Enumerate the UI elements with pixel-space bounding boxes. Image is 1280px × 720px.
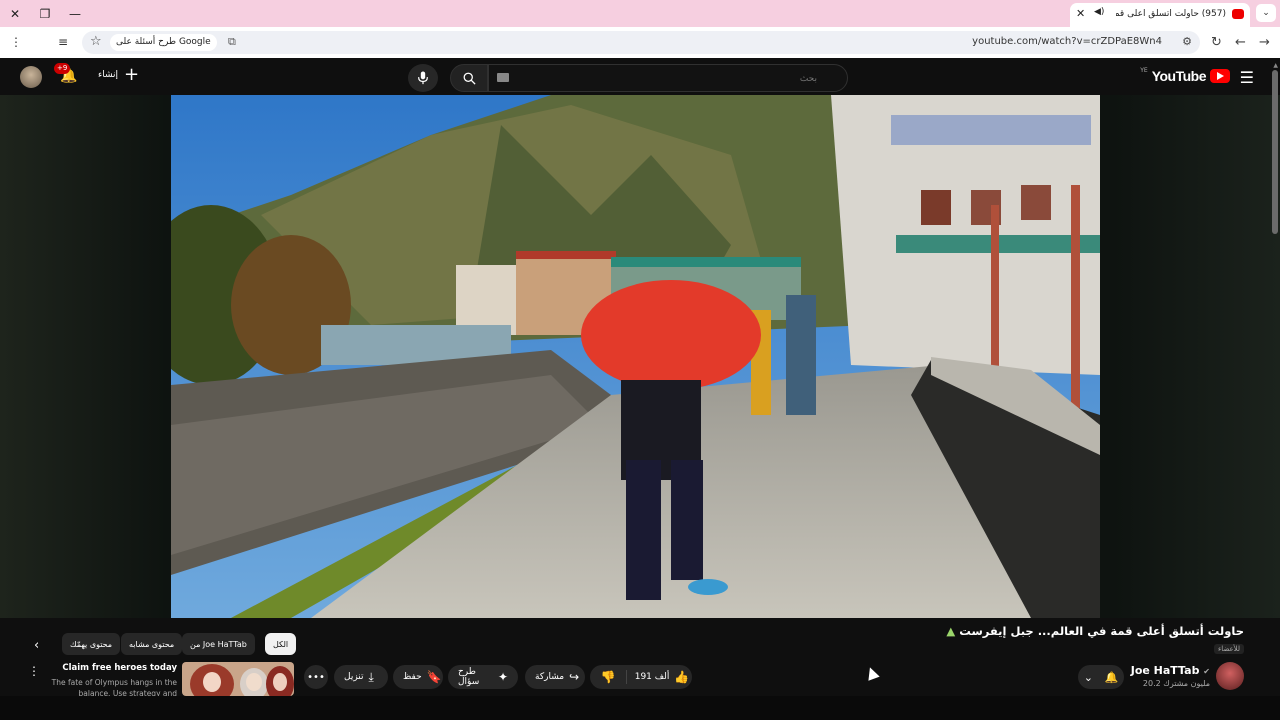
download-icon: ⤓ <box>368 669 374 684</box>
channel-name[interactable]: Joe HaTTab ✔ <box>1131 664 1210 677</box>
like-count: 191 ألف <box>634 672 670 682</box>
country-code: YE <box>1140 66 1148 74</box>
search-button[interactable] <box>450 64 488 92</box>
plus-icon: + <box>124 64 140 85</box>
browser-tab-strip: ✕ ❐ — + (957) حاولت أتسلق أعلى قمة ◀) ✕ … <box>0 0 1280 27</box>
tab-close-icon[interactable]: ✕ <box>1076 7 1085 20</box>
logo-text: YouTube <box>1151 68 1207 84</box>
voice-search-button[interactable] <box>408 64 438 92</box>
search-icon <box>463 72 476 85</box>
like-button[interactable]: 191 ألف 👍 <box>632 670 692 684</box>
save-label: حفظ <box>403 672 422 682</box>
ask-google-chip[interactable]: طرح أسئلة على Google <box>110 34 217 51</box>
video-title-text: حاولت أتسلق أعلى قمة في العالم... جبل إي… <box>959 624 1244 638</box>
chip-related[interactable]: محتوى مشابه <box>121 633 183 655</box>
create-button[interactable]: إنشاء + <box>98 64 140 85</box>
search-input[interactable] <box>489 65 829 91</box>
youtube-play-icon <box>1210 69 1230 83</box>
reload-icon[interactable]: ↻ <box>1211 35 1222 50</box>
verified-icon: ✔ <box>1203 667 1210 676</box>
create-label: إنشاء <box>98 70 119 80</box>
tab-title: (957) حاولت أتسلق أعلى قمة <box>1116 9 1226 19</box>
share-icon: ↪ <box>569 670 580 684</box>
video-frame-illustration <box>171 95 1100 618</box>
close-window-icon[interactable]: ✕ <box>0 0 30 27</box>
chip-from-channel[interactable]: من Joe HaTTab <box>182 633 255 655</box>
browser-toolbar: ⋮ ≡ ☆ طرح أسئلة على Google ⧉ youtube.com… <box>0 27 1280 76</box>
subscriber-count: 20.2 مليون مشترك <box>1142 679 1210 688</box>
notification-badge: +9 <box>54 63 71 74</box>
install-icon[interactable]: ⧉ <box>228 35 236 49</box>
guide-menu-icon[interactable]: ☰ <box>1240 68 1254 87</box>
restore-window-icon[interactable]: ❐ <box>30 0 60 27</box>
address-url[interactable]: youtube.com/watch?v=crZDPaE8Wn4 <box>972 36 1162 47</box>
audio-playing-icon[interactable]: ◀) <box>1094 7 1104 17</box>
account-avatar[interactable] <box>20 66 42 88</box>
youtube-logo[interactable]: YE YouTube <box>1140 66 1230 84</box>
share-label: مشاركة <box>535 672 565 682</box>
chip-recommended[interactable]: محتوى يهمّك <box>62 633 121 655</box>
share-button[interactable]: مشاركة ↪ <box>525 665 585 689</box>
page-scrollbar[interactable] <box>1272 70 1278 234</box>
minimize-window-icon[interactable]: — <box>60 0 90 27</box>
ad-thumbnail-image <box>182 662 294 696</box>
bottom-edge <box>0 696 1280 720</box>
members-only-badge: للأعضاء <box>1214 644 1244 654</box>
youtube-masthead: ☰ YE YouTube إنشاء + 🔔 +9 <box>0 58 1280 95</box>
menu-dots-icon[interactable]: ⋮ <box>10 35 22 49</box>
video-player[interactable] <box>171 95 1100 618</box>
ask-label: طرح سؤال <box>458 667 480 687</box>
keyboard-icon[interactable] <box>497 73 509 82</box>
video-title: حاولت أتسلق أعلى قمة في العالم... جبل إي… <box>946 624 1244 638</box>
download-label: تنزيل <box>344 672 364 682</box>
save-button[interactable]: حفظ 🔖 <box>393 665 443 689</box>
ask-button[interactable]: طرح سؤال ✦ <box>448 665 518 689</box>
ad-thumbnail[interactable] <box>182 662 294 696</box>
bookmark-icon: 🔖 <box>426 670 442 684</box>
tune-icon[interactable]: ⚙ <box>1182 35 1192 48</box>
ad-menu-dots-icon[interactable]: ⋮ <box>28 664 40 678</box>
chevron-down-icon: ⌄ <box>1083 670 1093 684</box>
subscription-bell-button[interactable]: ⌄ 🔔 <box>1078 665 1124 689</box>
thumbs-up-icon: 👍 <box>674 670 690 684</box>
mountain-emoji-icon: ▲ <box>946 624 956 638</box>
ad-description: The fate of Olympus hangs in the balance… <box>51 678 177 696</box>
dislike-button[interactable]: 👎 <box>590 670 627 684</box>
chevron-left-icon[interactable]: ‹ <box>34 638 39 653</box>
notifications-button[interactable]: 🔔 +9 <box>54 63 77 84</box>
tab-search-icon[interactable]: ⌄ <box>1256 4 1276 22</box>
channel-avatar[interactable] <box>1216 662 1244 690</box>
browser-tab-youtube[interactable]: (957) حاولت أتسلق أعلى قمة ◀) ✕ <box>1070 3 1250 27</box>
back-icon[interactable]: → <box>1259 35 1270 50</box>
more-actions-icon[interactable]: ••• <box>304 665 328 689</box>
chip-all[interactable]: الكل <box>265 633 297 655</box>
microphone-icon <box>418 71 428 85</box>
like-dislike-group: 👎 191 ألف 👍 <box>590 665 692 689</box>
bookmark-star-icon[interactable]: ☆ <box>90 34 102 49</box>
reading-list-icon[interactable]: ≡ <box>58 35 68 49</box>
search-box[interactable] <box>488 64 848 92</box>
ad-title[interactable]: Claim free heroes today <box>62 663 177 673</box>
youtube-favicon-icon <box>1232 9 1244 19</box>
download-button[interactable]: تنزيل ⤓ <box>334 665 388 689</box>
channel-name-text: Joe HaTTab <box>1130 664 1200 677</box>
forward-icon[interactable]: ← <box>1235 35 1246 50</box>
sparkle-icon: ✦ <box>497 670 508 684</box>
bell-icon: 🔔 <box>1104 670 1119 684</box>
address-bar[interactable]: ☆ طرح أسئلة على Google ⧉ youtube.com/wat… <box>82 31 1200 54</box>
scroll-up-arrow-icon[interactable]: ▲ <box>1273 62 1278 69</box>
